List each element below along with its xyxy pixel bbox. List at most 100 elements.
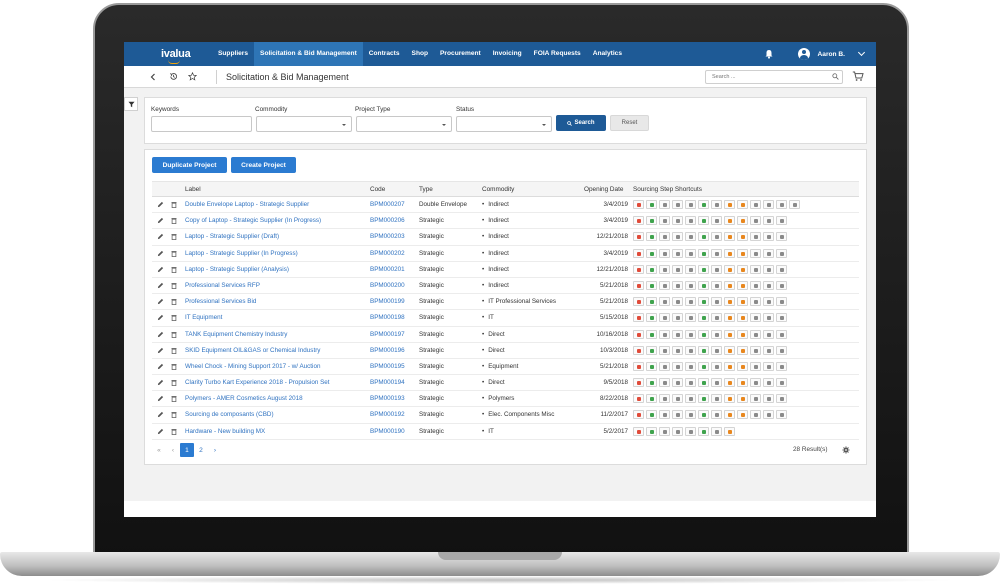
sourcing-step-shortcut-button[interactable] <box>659 297 670 307</box>
sourcing-step-shortcut-button[interactable] <box>724 264 735 274</box>
sourcing-step-shortcut-button[interactable] <box>711 329 722 339</box>
sourcing-step-shortcut-button[interactable] <box>633 200 644 209</box>
sourcing-step-shortcut-button[interactable] <box>672 216 683 226</box>
edit-icon[interactable] <box>157 298 164 305</box>
edit-icon[interactable] <box>157 363 164 370</box>
nav-item-foia-requests[interactable]: FOIA Requests <box>528 42 587 66</box>
project-code-link[interactable]: BPM000199 <box>370 298 405 305</box>
sourcing-step-shortcut-button[interactable] <box>633 361 644 371</box>
keywords-input[interactable] <box>151 116 252 132</box>
sourcing-step-shortcut-button[interactable] <box>737 297 748 307</box>
sourcing-step-shortcut-button[interactable] <box>685 410 696 420</box>
sourcing-step-shortcut-button[interactable] <box>724 329 735 339</box>
project-label-link[interactable]: IT Equipment <box>185 314 222 321</box>
sourcing-step-shortcut-button[interactable] <box>750 410 761 420</box>
sourcing-step-shortcut-button[interactable] <box>724 248 735 258</box>
sourcing-step-shortcut-button[interactable] <box>646 200 657 209</box>
sourcing-step-shortcut-button[interactable] <box>776 410 787 420</box>
sourcing-step-shortcut-button[interactable] <box>659 361 670 371</box>
sourcing-step-shortcut-button[interactable] <box>724 313 735 323</box>
bell-icon[interactable] <box>764 49 774 59</box>
header-type[interactable]: Type <box>419 186 433 193</box>
sourcing-step-shortcut-button[interactable] <box>646 378 657 388</box>
nav-item-solicitation-bid-management[interactable]: Solicitation & Bid Management <box>254 42 363 66</box>
delete-icon[interactable] <box>171 395 177 403</box>
sourcing-step-shortcut-button[interactable] <box>776 378 787 388</box>
sourcing-step-shortcut-button[interactable] <box>633 426 644 436</box>
delete-icon[interactable] <box>171 266 177 273</box>
sourcing-step-shortcut-button[interactable] <box>711 361 722 371</box>
project-code-link[interactable]: BPM000203 <box>370 233 405 240</box>
sourcing-step-shortcut-button[interactable] <box>750 297 761 307</box>
sourcing-step-shortcut-button[interactable] <box>672 345 683 355</box>
sourcing-step-shortcut-button[interactable] <box>633 232 644 242</box>
sourcing-step-shortcut-button[interactable] <box>763 394 774 404</box>
sourcing-step-shortcut-button[interactable] <box>659 280 670 290</box>
delete-icon[interactable] <box>171 428 177 435</box>
sourcing-step-shortcut-button[interactable] <box>776 394 787 404</box>
sourcing-step-shortcut-button[interactable] <box>633 216 644 226</box>
sourcing-step-shortcut-button[interactable] <box>685 216 696 226</box>
sourcing-step-shortcut-button[interactable] <box>659 216 670 226</box>
project-code-link[interactable]: BPM000206 <box>370 217 405 224</box>
project-label-link[interactable]: Copy of Laptop - Strategic Supplier (In … <box>185 217 321 224</box>
edit-icon[interactable] <box>157 314 164 321</box>
sourcing-step-shortcut-button[interactable] <box>763 297 774 307</box>
project-label-link[interactable]: Laptop - Strategic Supplier (Draft) <box>185 233 279 240</box>
project-label-link[interactable]: Professional Services RFP <box>185 282 260 289</box>
sourcing-step-shortcut-button[interactable] <box>672 426 683 436</box>
sourcing-step-shortcut-button[interactable] <box>750 248 761 258</box>
project-label-link[interactable]: SKID Equipment OIL&GAS or Chemical Indus… <box>185 347 320 354</box>
sourcing-step-shortcut-button[interactable] <box>724 280 735 290</box>
sourcing-step-shortcut-button[interactable] <box>646 280 657 290</box>
project-code-link[interactable]: BPM000193 <box>370 395 405 402</box>
sourcing-step-shortcut-button[interactable] <box>750 264 761 274</box>
sourcing-step-shortcut-button[interactable] <box>672 200 683 209</box>
sourcing-step-shortcut-button[interactable] <box>685 426 696 436</box>
project-label-link[interactable]: Hardware - New building MX <box>185 428 265 435</box>
sourcing-step-shortcut-button[interactable] <box>659 426 670 436</box>
sourcing-step-shortcut-button[interactable] <box>685 248 696 258</box>
sourcing-step-shortcut-button[interactable] <box>685 280 696 290</box>
sourcing-step-shortcut-button[interactable] <box>763 313 774 323</box>
sourcing-step-shortcut-button[interactable] <box>646 345 657 355</box>
nav-item-procurement[interactable]: Procurement <box>434 42 487 66</box>
sourcing-step-shortcut-button[interactable] <box>724 200 735 209</box>
global-search-input[interactable] <box>705 70 843 84</box>
sourcing-step-shortcut-button[interactable] <box>737 345 748 355</box>
sourcing-step-shortcut-button[interactable] <box>659 232 670 242</box>
user-avatar-icon[interactable] <box>797 48 810 60</box>
sourcing-step-shortcut-button[interactable] <box>763 361 774 371</box>
header-label[interactable]: Label <box>185 186 201 193</box>
next-page-button[interactable]: › <box>208 443 222 457</box>
sourcing-step-shortcut-button[interactable] <box>672 394 683 404</box>
sourcing-step-shortcut-button[interactable] <box>750 378 761 388</box>
project-label-link[interactable]: Polymers - AMER Cosmetics August 2018 <box>185 395 303 402</box>
delete-icon[interactable] <box>171 233 177 241</box>
sourcing-step-shortcut-button[interactable] <box>711 426 722 436</box>
edit-icon[interactable] <box>157 331 164 338</box>
sourcing-step-shortcut-button[interactable] <box>698 264 709 274</box>
sourcing-step-shortcut-button[interactable] <box>698 361 709 371</box>
sourcing-step-shortcut-button[interactable] <box>646 426 657 436</box>
sourcing-step-shortcut-button[interactable] <box>776 248 787 258</box>
sourcing-step-shortcut-button[interactable] <box>711 297 722 307</box>
sourcing-step-shortcut-button[interactable] <box>672 264 683 274</box>
sourcing-step-shortcut-button[interactable] <box>646 394 657 404</box>
sourcing-step-shortcut-button[interactable] <box>646 361 657 371</box>
header-code[interactable]: Code <box>370 186 385 193</box>
sourcing-step-shortcut-button[interactable] <box>633 378 644 388</box>
sourcing-step-shortcut-button[interactable] <box>659 264 670 274</box>
sourcing-step-shortcut-button[interactable] <box>776 329 787 339</box>
filter-toggle-button[interactable] <box>124 97 138 111</box>
edit-icon[interactable] <box>157 201 164 208</box>
sourcing-step-shortcut-button[interactable] <box>763 345 774 355</box>
project-code-link[interactable]: BPM000197 <box>370 331 405 338</box>
sourcing-step-shortcut-button[interactable] <box>711 248 722 258</box>
edit-icon[interactable] <box>157 379 164 386</box>
create-project-button[interactable]: Create Project <box>231 157 296 173</box>
edit-icon[interactable] <box>157 217 164 224</box>
project-label-link[interactable]: Sourcing de composants (CBD) <box>185 411 274 418</box>
sourcing-step-shortcut-button[interactable] <box>633 410 644 420</box>
sourcing-step-shortcut-button[interactable] <box>685 200 696 209</box>
